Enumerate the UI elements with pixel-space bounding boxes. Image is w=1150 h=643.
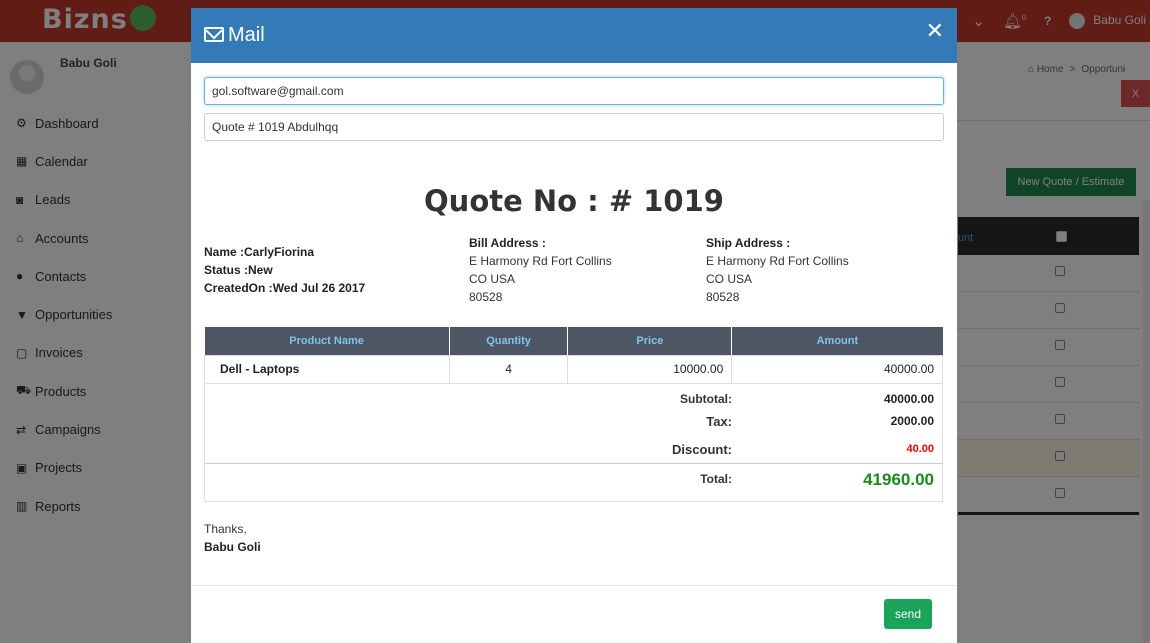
- ship-address-line1: E Harmony Rd Fort Collins: [706, 254, 849, 268]
- tax-value: 2000.00: [890, 414, 934, 428]
- bill-address-line1: E Harmony Rd Fort Collins: [469, 254, 612, 268]
- column-header-price: Price: [567, 327, 733, 355]
- customer-status: New: [248, 263, 273, 277]
- status-label: Status :: [204, 263, 249, 277]
- bill-address-line3: 80528: [469, 290, 503, 304]
- column-header-amount: Amount: [731, 327, 943, 355]
- modal-footer-divider: [191, 585, 957, 586]
- total-label: Total:: [700, 472, 732, 486]
- subject-field[interactable]: Quote # 1019 Abdulhqq: [204, 113, 944, 141]
- signature-name: Babu Goli: [204, 540, 261, 554]
- product-quantity: 4: [448, 354, 569, 384]
- totals-panel: Subtotal: 40000.00 Tax: 2000.00 Discount…: [204, 383, 943, 502]
- column-header-quantity: Quantity: [449, 327, 569, 355]
- totals-divider: [205, 463, 942, 464]
- tax-label: Tax:: [706, 414, 732, 429]
- created-date: Wed Jul 26 2017: [272, 281, 366, 295]
- customer-info: Name :CarlyFiorina Status :New CreatedOn…: [204, 243, 365, 297]
- product-amount: 40000.00: [731, 354, 943, 384]
- bill-address-heading: Bill Address :: [469, 236, 546, 250]
- created-label: CreatedOn :: [204, 281, 273, 295]
- ship-address-line2: CO USA: [706, 272, 753, 286]
- envelope-icon: [204, 27, 224, 42]
- bill-address: Bill Address : E Harmony Rd Fort Collins…: [469, 234, 612, 306]
- ship-address-heading: Ship Address :: [706, 236, 791, 250]
- thanks-text: Thanks,: [204, 522, 247, 536]
- column-header-product: Product Name: [204, 327, 450, 355]
- mail-modal: Mail ✕ gol.software@gmail.com Quote # 10…: [191, 8, 957, 643]
- quote-title: Quote No : # 1019: [424, 184, 724, 218]
- send-button[interactable]: send: [884, 599, 932, 629]
- discount-label: Discount:: [672, 442, 732, 457]
- product-price: 10000.00: [567, 354, 733, 384]
- to-email-field[interactable]: gol.software@gmail.com: [204, 77, 944, 105]
- modal-header: Mail ✕: [191, 8, 957, 63]
- subtotal-label: Subtotal:: [680, 392, 732, 406]
- ship-address: Ship Address : E Harmony Rd Fort Collins…: [706, 234, 849, 306]
- total-value: 41960.00: [863, 470, 934, 489]
- name-label: Name :: [204, 245, 245, 259]
- discount-value: 40.00: [906, 443, 934, 455]
- modal-title: Mail: [228, 24, 265, 46]
- table-row: Dell - Laptops 4 10000.00 40000.00: [204, 354, 943, 384]
- product-name: Dell - Laptops: [204, 354, 450, 384]
- bill-address-line2: CO USA: [469, 272, 516, 286]
- customer-name: CarlyFiorina: [244, 245, 315, 259]
- close-icon[interactable]: ✕: [926, 20, 944, 42]
- ship-address-line3: 80528: [706, 290, 740, 304]
- line-items-table: Product Name Quantity Price Amount Dell …: [204, 327, 943, 384]
- signature: Thanks, Babu Goli: [204, 520, 261, 556]
- subtotal-value: 40000.00: [883, 392, 934, 406]
